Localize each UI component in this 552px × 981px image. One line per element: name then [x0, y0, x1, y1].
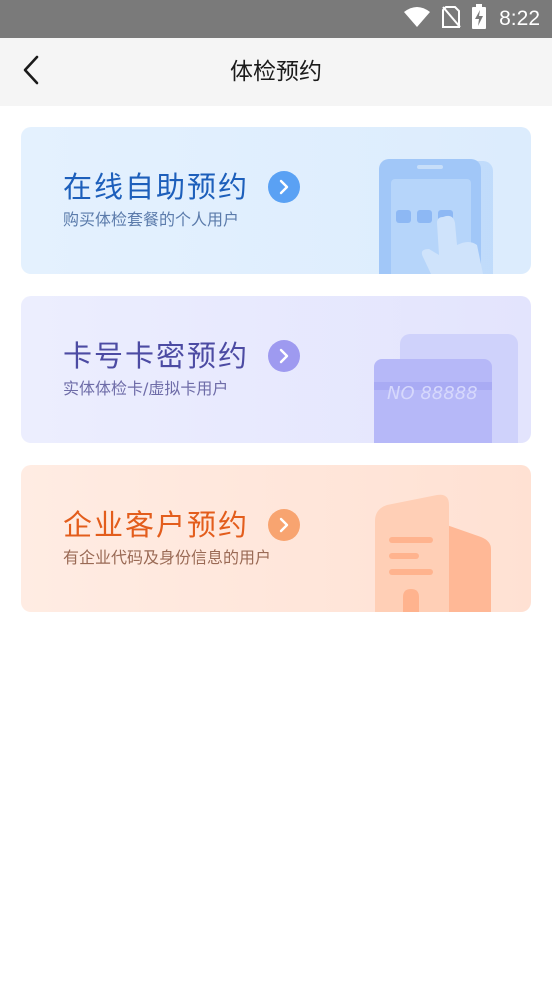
enterprise-booking-card[interactable]: 企业客户预约 有企业代码及身份信息的用户	[21, 465, 531, 612]
wifi-icon	[403, 6, 431, 32]
page-title: 体检预约	[230, 59, 322, 85]
status-bar: 8:22	[0, 0, 552, 38]
card-title: 在线自助预约	[63, 170, 250, 204]
touch-screen-icon	[379, 159, 493, 274]
card-subtitle: 有企业代码及身份信息的用户	[63, 548, 272, 567]
card-number: NO 88888	[387, 383, 478, 404]
chevron-right-icon	[268, 340, 300, 372]
card-password-booking-card[interactable]: 卡号卡密预约 实体体检卡/虚拟卡用户 NO 88888	[21, 296, 531, 443]
no-sim-icon	[441, 5, 461, 33]
card-title: 企业客户预约	[63, 508, 250, 542]
online-booking-card[interactable]: 在线自助预约 购买体检套餐的个人用户	[21, 127, 531, 274]
battery-charging-icon	[471, 4, 487, 34]
card-icon: NO 88888	[374, 334, 518, 443]
status-icons: 8:22	[403, 0, 540, 38]
chevron-right-icon	[268, 171, 300, 203]
building-icon	[375, 494, 491, 612]
card-subtitle: 实体体检卡/虚拟卡用户	[63, 379, 229, 398]
card-title: 卡号卡密预约	[63, 339, 250, 373]
title-bar: 体检预约	[0, 38, 552, 106]
chevron-right-icon	[268, 509, 300, 541]
status-time: 8:22	[499, 7, 540, 30]
card-subtitle: 购买体检套餐的个人用户	[63, 210, 240, 229]
